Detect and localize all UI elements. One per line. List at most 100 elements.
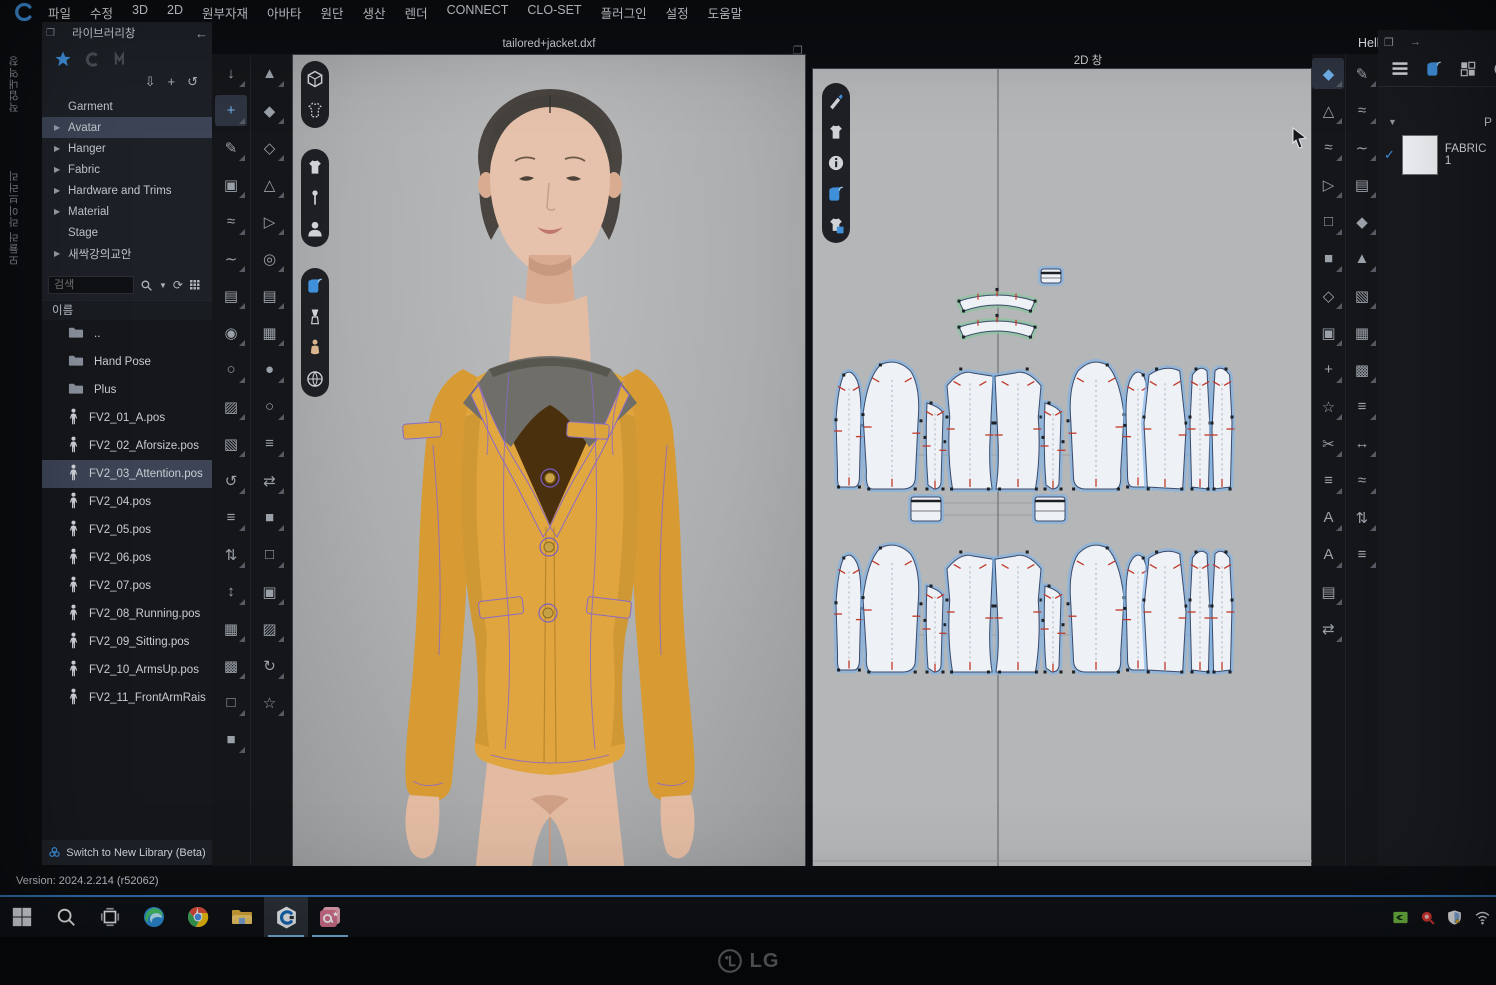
trace-tool[interactable]: ☆ — [1312, 391, 1344, 422]
add-icon[interactable]: + — [168, 74, 176, 90]
expand-arrow-icon[interactable]: ▶ — [54, 186, 68, 195]
swap-pattern-tool[interactable]: ⇄ — [1312, 613, 1344, 644]
texture-woven-tool[interactable]: ▦ — [254, 317, 286, 348]
dart-tool[interactable]: ◇ — [1312, 280, 1344, 311]
woven-texture-tool[interactable]: ▩ — [1346, 354, 1378, 385]
pattern-piece-front-left-2[interactable] — [946, 551, 995, 674]
select-move-tool[interactable]: + — [215, 95, 247, 126]
pattern-piece-front-right-2[interactable] — [994, 551, 1043, 674]
sidebar-item-hanger[interactable]: ▶Hanger — [42, 138, 212, 159]
menu-item--[interactable]: 설정 — [666, 3, 689, 22]
pattern-piece-front-right[interactable] — [994, 368, 1043, 491]
list-item-pose[interactable]: FV2_07.pos — [42, 572, 212, 600]
topstitch-tool[interactable]: ≡ — [1346, 391, 1378, 422]
list-item-pose[interactable]: FV2_10_ArmsUp.pos — [42, 656, 212, 684]
sidebar-item-material[interactable]: ▶Material — [42, 201, 212, 222]
pattern-piece-collar-lower[interactable] — [958, 314, 1037, 339]
menu-item--[interactable]: 원단 — [321, 3, 344, 22]
list-item-pose[interactable]: FV2_04.pos — [42, 488, 212, 516]
sidebar-item-fabric[interactable]: ▶Fabric — [42, 159, 212, 180]
search-filter-chevron-icon[interactable]: ▼ — [159, 281, 167, 290]
tshirt-icon[interactable] — [304, 156, 326, 178]
docked-tab-1[interactable]: 모듈러 라이브러리 — [6, 170, 21, 266]
menu-item--[interactable]: 원부자재 — [202, 3, 248, 22]
clo-set-taskbar-icon[interactable] — [308, 897, 352, 937]
dock-arrow-icon[interactable]: → — [1410, 36, 1421, 49]
zipper-puller-tool[interactable]: ⇄ — [254, 465, 286, 496]
pattern-piece-side-panel-left-2[interactable] — [923, 585, 948, 674]
pattern-piece-back-side-b[interactable] — [1210, 368, 1235, 491]
menu-item-clo-set[interactable]: CLO-SET — [527, 3, 581, 22]
intersect-tool[interactable]: + — [1312, 354, 1344, 385]
list-item-folder[interactable]: .. — [42, 320, 212, 348]
polygon-tool[interactable]: □ — [1312, 206, 1344, 237]
pose-run-tool[interactable]: ▲ — [254, 58, 286, 89]
pattern-piece-back-left-2[interactable] — [1143, 551, 1188, 674]
puckering-tool[interactable]: ▧ — [1346, 280, 1378, 311]
flatten-torso-tool[interactable]: ◇ — [254, 132, 286, 163]
color-picker-tray-icon[interactable] — [1419, 909, 1436, 926]
pattern-piece-sleeve-top-left-2[interactable] — [862, 545, 923, 673]
pattern-piece-sleeve-top-left[interactable] — [862, 362, 923, 490]
pattern-piece-collar-upper[interactable] — [958, 288, 1037, 313]
cube-icon[interactable] — [304, 68, 326, 90]
search-input[interactable] — [48, 276, 134, 294]
task-view-button[interactable] — [88, 897, 132, 937]
float-window-icon[interactable]: ❐ — [1384, 36, 1394, 49]
knit-texture-tool[interactable]: ▦ — [1346, 317, 1378, 348]
undo-icon[interactable]: ↺ — [187, 74, 198, 90]
file-explorer-icon[interactable] — [220, 897, 264, 937]
list-item-pose[interactable]: FV2_05.pos — [42, 516, 212, 544]
pattern-piece-pocket-flap-small[interactable] — [1041, 269, 1061, 283]
favorites-star-icon[interactable] — [54, 50, 72, 68]
transform-pattern-tool[interactable]: ◆ — [1312, 58, 1344, 89]
menu-item-connect[interactable]: CONNECT — [447, 3, 509, 22]
edit-sewing-tool[interactable]: ✎ — [1346, 58, 1378, 89]
refresh-icon[interactable]: ⟳ — [173, 278, 183, 292]
taskbar-search-button[interactable] — [44, 897, 88, 937]
fold-arrangement-tool[interactable]: ▨ — [215, 391, 247, 422]
list-item-folder[interactable]: Hand Pose — [42, 348, 212, 376]
pattern-piece-sleeve-top-right[interactable] — [1067, 362, 1126, 490]
collapse-panel-icon[interactable]: ← — [195, 26, 208, 41]
detect-sewing-tool[interactable]: ▤ — [215, 280, 247, 311]
pattern-piece-back-side-b-2[interactable] — [1210, 551, 1235, 674]
search-icon[interactable] — [140, 279, 153, 292]
list-item-pose[interactable]: FV2_11_FrontArmRais — [42, 684, 212, 712]
pattern-icon[interactable] — [1458, 59, 1478, 84]
menu-item--[interactable]: 렌더 — [405, 3, 428, 22]
padding-d-tool[interactable]: ▨ — [254, 613, 286, 644]
viewport-3d[interactable] — [292, 54, 806, 872]
remove-pin-tool[interactable]: ○ — [215, 354, 247, 385]
sidebar-item-새싹강의교안[interactable]: ▶새싹강의교안 — [42, 243, 212, 264]
menu-item--[interactable]: 도움말 — [708, 3, 743, 22]
stitch-dash-tool[interactable]: ↔ — [1346, 428, 1378, 459]
pattern-piece-front-left[interactable] — [946, 368, 995, 491]
expand-arrow-icon[interactable]: ▶ — [54, 144, 68, 153]
info-icon[interactable] — [825, 152, 847, 174]
segment-sewing-tool[interactable]: ≈ — [215, 206, 247, 237]
measure-curve-tool[interactable]: ↺ — [215, 465, 247, 496]
list-item-pose[interactable]: FV2_06.pos — [42, 544, 212, 572]
float-window-icon[interactable]: ❐ — [46, 28, 55, 39]
sidebar-item-garment[interactable]: Garment — [42, 96, 212, 117]
pattern-piece-back-side-a-2[interactable] — [1188, 551, 1213, 674]
pleat-tool[interactable]: ▤ — [1312, 576, 1344, 607]
list-item-pose[interactable]: FV2_09_Sitting.pos — [42, 628, 212, 656]
padding-a-tool[interactable]: ■ — [254, 502, 286, 533]
tshirt-icon[interactable] — [825, 121, 847, 143]
buttonhole-tool[interactable]: ○ — [254, 391, 286, 422]
sidebar-item-stage[interactable]: Stage — [42, 222, 212, 243]
grade-ruler-tool[interactable]: ≡ — [1346, 539, 1378, 570]
edit-pattern-tool[interactable]: △ — [1312, 95, 1344, 126]
md-library-icon[interactable] — [113, 51, 130, 68]
edge-browser-icon[interactable] — [132, 897, 176, 937]
expander-chevron-icon[interactable]: ▼ — [1388, 117, 1397, 127]
cut-tool[interactable]: ✂ — [1312, 428, 1344, 459]
drape-tool[interactable]: ▧ — [215, 428, 247, 459]
flip-garment-tool[interactable]: ▲ — [1346, 243, 1378, 274]
tshirt-save-icon[interactable] — [825, 214, 847, 236]
sculpt-tool[interactable]: ✎ — [215, 132, 247, 163]
pattern-piece-sleeve-under-left-2[interactable] — [834, 555, 864, 671]
tab-button[interactable] — [1490, 59, 1496, 86]
